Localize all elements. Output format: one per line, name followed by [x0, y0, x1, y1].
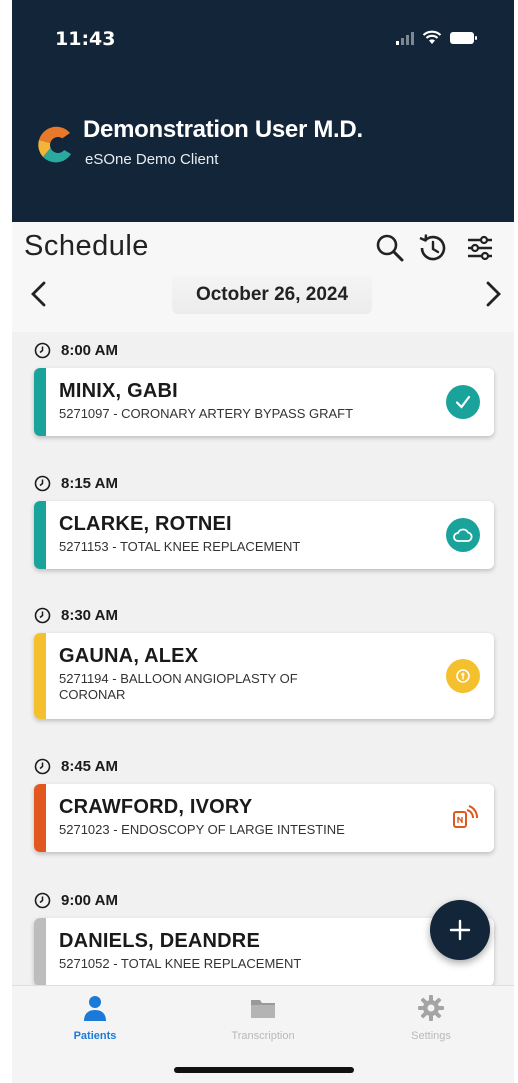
next-day-chevron-icon[interactable]	[482, 280, 504, 308]
schedule-toolbar: Schedule October 26, 2024	[12, 222, 514, 332]
clock-icon	[34, 892, 51, 909]
nav-patients[interactable]: Patients	[30, 994, 160, 1042]
status-time: 11:43	[55, 28, 116, 50]
procedure-description: 5271023 - ENDOSCOPY OF LARGE INTESTINE	[59, 822, 345, 837]
patient-name: DANIELS, DEANDRE	[59, 930, 260, 952]
status-stripe	[34, 633, 46, 719]
status-stripe	[34, 368, 46, 436]
battery-icon	[450, 31, 477, 44]
app-screen: 11:43 Demonstration User M.D. eSOne Demo…	[12, 0, 514, 1083]
client-name: eSOne Demo Client	[85, 151, 219, 168]
signal-icon	[396, 31, 414, 45]
procedure-description: 5271194 - BALLOON ANGIOPLASTY OF CORONAR	[59, 671, 298, 702]
time-row: 9:00 AM	[34, 892, 118, 909]
plus-icon	[449, 919, 471, 941]
clock-icon	[34, 607, 51, 624]
app-logo-icon	[38, 126, 71, 163]
add-appointment-button[interactable]	[430, 900, 490, 960]
appointment-time: 8:45 AM	[61, 758, 118, 775]
nav-transcription-label: Transcription	[231, 1030, 295, 1042]
person-icon	[84, 996, 106, 1021]
history-icon[interactable]	[416, 232, 448, 264]
patient-name: MINIX, GABI	[59, 380, 178, 402]
wifi-icon	[422, 30, 442, 44]
time-row: 8:15 AM	[34, 475, 118, 492]
status-icons	[396, 30, 477, 45]
time-row: 8:00 AM	[34, 342, 118, 359]
nav-transcription[interactable]: Transcription	[198, 994, 328, 1042]
folder-icon	[251, 1000, 275, 1018]
patient-name: GAUNA, ALEX	[59, 645, 199, 667]
page-title: Schedule	[24, 230, 149, 262]
home-indicator	[174, 1067, 354, 1073]
nav-patients-label: Patients	[73, 1030, 117, 1042]
clock-icon	[34, 758, 51, 775]
appointment-time: 9:00 AM	[61, 892, 118, 909]
appointment-card[interactable]: CRAWFORD, IVORY 5271023 - ENDOSCOPY OF L…	[34, 784, 494, 852]
gear-icon	[418, 995, 444, 1021]
appointment-card[interactable]: MINIX, GABI 5271097 - CORONARY ARTERY BY…	[34, 368, 494, 436]
clock-icon	[34, 475, 51, 492]
dictation-audio-icon	[446, 801, 480, 835]
time-row: 8:45 AM	[34, 758, 118, 775]
previous-day-chevron-icon[interactable]	[28, 280, 50, 308]
schedule-date[interactable]: October 26, 2024	[172, 276, 372, 314]
procedure-description: 5271097 - CORONARY ARTERY BYPASS GRAFT	[59, 406, 354, 421]
appointment-time: 8:00 AM	[61, 342, 118, 359]
status-stripe	[34, 501, 46, 569]
filter-settings-icon[interactable]	[464, 232, 496, 264]
appointment-card[interactable]: CLARKE, ROTNEI 5271153 - TOTAL KNEE REPL…	[34, 501, 494, 569]
patient-name: CLARKE, ROTNEI	[59, 513, 232, 535]
time-row: 8:30 AM	[34, 607, 118, 624]
user-name: Demonstration User M.D.	[83, 116, 363, 143]
appointment-card[interactable]: DANIELS, DEANDRE 5271052 - TOTAL KNEE RE…	[34, 918, 494, 986]
search-icon[interactable]	[374, 232, 406, 264]
appointment-time: 8:15 AM	[61, 475, 118, 492]
procedure-description: 5271153 - TOTAL KNEE REPLACEMENT	[59, 539, 301, 554]
clock-icon	[34, 342, 51, 359]
patient-name: CRAWFORD, IVORY	[59, 796, 253, 818]
procedure-description: 5271052 - TOTAL KNEE REPLACEMENT	[59, 956, 302, 971]
cloud-upload-icon	[446, 518, 480, 552]
status-stripe	[34, 784, 46, 852]
nav-settings[interactable]: Settings	[366, 994, 496, 1042]
appointment-card[interactable]: GAUNA, ALEX 5271194 - BALLOON ANGIOPLAST…	[34, 633, 494, 719]
appointment-time: 8:30 AM	[61, 607, 118, 624]
status-stripe	[34, 918, 46, 986]
nav-settings-label: Settings	[411, 1030, 451, 1042]
app-header: 11:43 Demonstration User M.D. eSOne Demo…	[12, 0, 514, 222]
completed-check-icon	[446, 385, 480, 419]
pending-coin-icon	[446, 659, 480, 693]
